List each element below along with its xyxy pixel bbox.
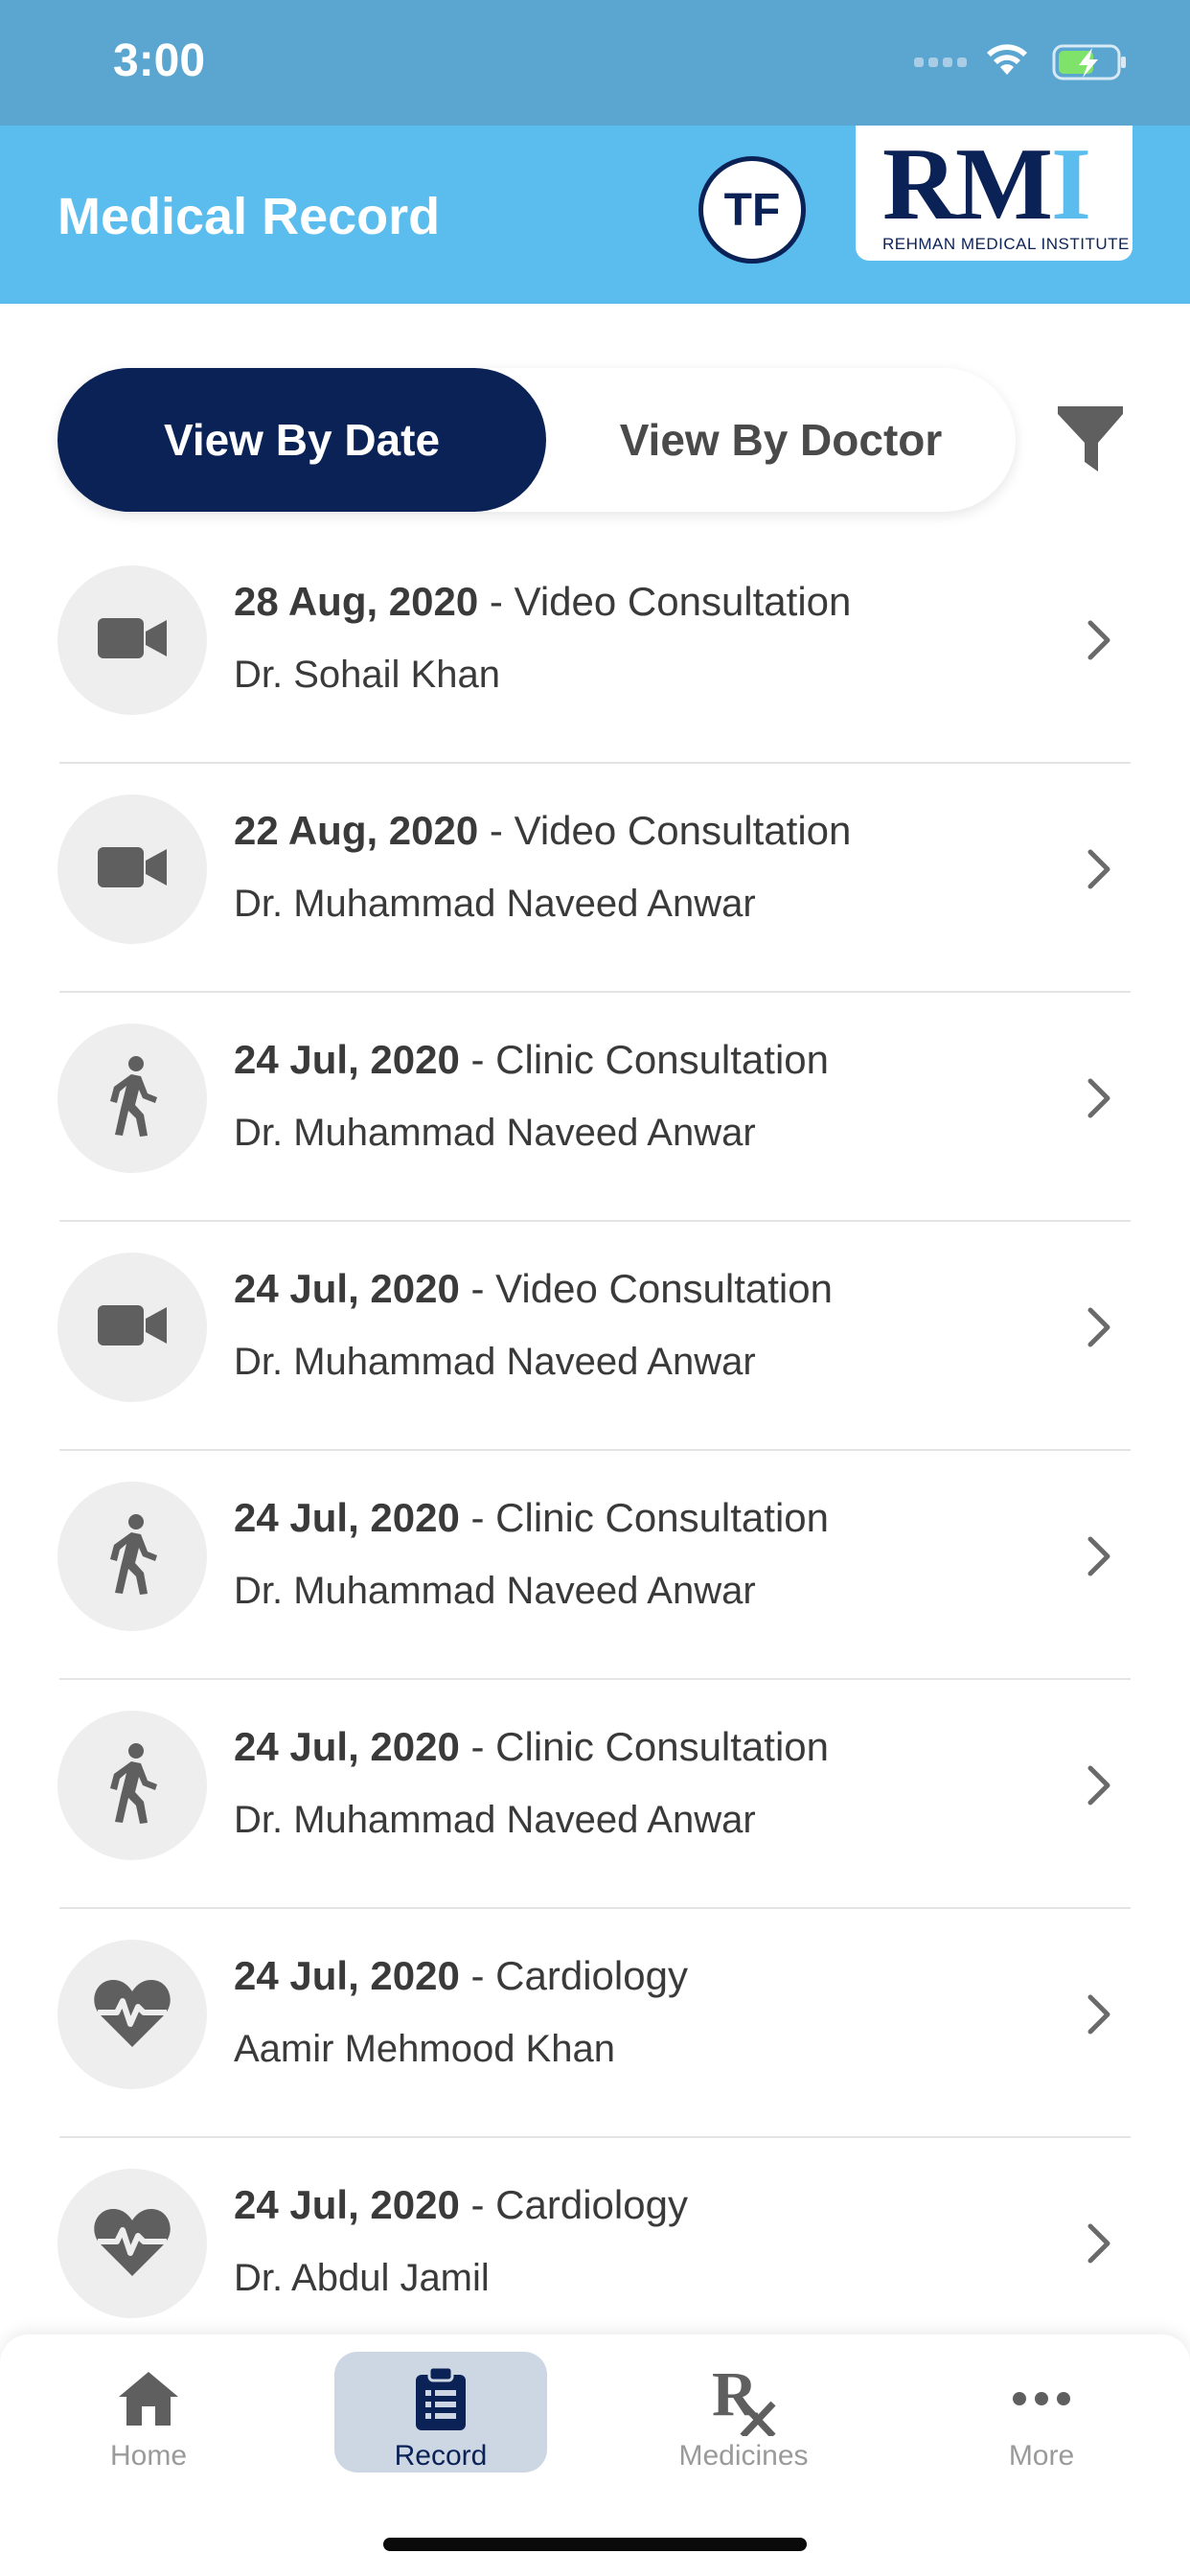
record-row[interactable]: 24 Jul, 2020 - Cardiology Aamir Mehmood K…	[0, 1909, 1190, 2138]
chevron-right-icon	[1087, 1077, 1111, 1124]
heartbeat-icon	[92, 1976, 172, 2054]
home-icon	[115, 2363, 182, 2434]
record-doctor: Dr. Muhammad Naveed Anwar	[234, 883, 756, 925]
record-title: 24 Jul, 2020 - Cardiology	[234, 2182, 688, 2228]
tab-home-label: Home	[109, 2440, 188, 2472]
page-title: Medical Record	[57, 188, 441, 245]
record-type: - Clinic Consultation	[459, 1037, 830, 1082]
more-dots-icon	[1012, 2363, 1071, 2434]
record-date: 24 Jul, 2020	[234, 1266, 460, 1311]
record-type-icon-circle	[57, 1711, 207, 1860]
record-doctor: Dr. Muhammad Naveed Anwar	[234, 1341, 756, 1383]
logo-accent-letter: I	[1050, 127, 1091, 242]
record-type-icon-circle	[57, 794, 207, 944]
walking-person-icon	[105, 1742, 159, 1829]
record-date: 28 Aug, 2020	[234, 579, 479, 624]
logo-letters: RMI	[882, 127, 1091, 242]
chevron-right-icon	[1087, 848, 1111, 895]
record-doctor: Dr. Abdul Jamil	[234, 2257, 490, 2299]
wifi-icon	[983, 40, 1031, 81]
record-date: 24 Jul, 2020	[234, 1953, 460, 1998]
chevron-right-icon	[1087, 1993, 1111, 2040]
record-row[interactable]: 24 Jul, 2020 - Video Consultation Dr. Muh…	[0, 1222, 1190, 1451]
record-type-icon-circle	[57, 2169, 207, 2318]
view-toggle: View By Date View By Doctor	[57, 368, 1016, 512]
record-date: 24 Jul, 2020	[234, 1724, 460, 1769]
record-title: 24 Jul, 2020 - Clinic Consultation	[234, 1037, 829, 1083]
filter-button[interactable]	[1054, 401, 1127, 477]
record-date: 24 Jul, 2020	[234, 1495, 460, 1540]
record-list: 28 Aug, 2020 - Video Consultation Dr. Soh…	[0, 535, 1190, 2367]
status-time: 3:00	[113, 35, 206, 86]
record-doctor: Dr. Muhammad Naveed Anwar	[234, 1799, 756, 1841]
record-type: - Cardiology	[459, 1953, 688, 1998]
record-type: - Cardiology	[459, 2182, 688, 2227]
home-indicator	[383, 2538, 807, 2551]
chevron-right-icon	[1087, 1535, 1111, 1582]
walking-person-icon	[105, 1513, 159, 1600]
video-camera-icon	[96, 1301, 169, 1354]
view-by-doctor-button[interactable]: View By Doctor	[546, 368, 1016, 512]
avatar-initials: TF	[723, 184, 781, 236]
record-row[interactable]: 24 Jul, 2020 - Clinic Consultation Dr. Mu…	[0, 1680, 1190, 1909]
record-doctor: Dr. Muhammad Naveed Anwar	[234, 1570, 756, 1612]
chevron-right-icon	[1087, 619, 1111, 666]
heartbeat-icon	[92, 2205, 172, 2283]
tab-record-label: Record	[394, 2440, 488, 2472]
record-date: 22 Aug, 2020	[234, 808, 479, 853]
view-by-date-button[interactable]: View By Date	[57, 368, 546, 512]
record-title: 24 Jul, 2020 - Clinic Consultation	[234, 1495, 829, 1541]
record-title: 28 Aug, 2020 - Video Consultation	[234, 579, 851, 625]
record-type: - Video Consultation	[478, 579, 852, 624]
clipboard-icon	[412, 2363, 469, 2434]
chevron-right-icon	[1087, 2222, 1111, 2269]
tab-record[interactable]: Record	[334, 2352, 547, 2472]
record-row[interactable]: 24 Jul, 2020 - Cardiology Dr. Abdul Jamil	[0, 2138, 1190, 2367]
cellular-signal-icon	[914, 56, 968, 74]
app-header: Medical Record TF RMI REHMAN MEDICAL INS…	[0, 126, 1190, 304]
record-doctor: Dr. Muhammad Naveed Anwar	[234, 1112, 756, 1154]
tab-medicines-label: Medicines	[678, 2440, 809, 2472]
record-date: 24 Jul, 2020	[234, 2182, 460, 2227]
tab-medicines[interactable]: R Medicines	[637, 2352, 850, 2472]
record-type: - Video Consultation	[478, 808, 852, 853]
record-title: 24 Jul, 2020 - Clinic Consultation	[234, 1724, 829, 1770]
record-row[interactable]: 22 Aug, 2020 - Video Consultation Dr. Muh…	[0, 764, 1190, 993]
avatar[interactable]: TF	[698, 156, 806, 264]
tab-more-label: More	[1008, 2440, 1075, 2472]
record-doctor: Aamir Mehmood Khan	[234, 2028, 615, 2070]
record-row[interactable]: 24 Jul, 2020 - Clinic Consultation Dr. Mu…	[0, 993, 1190, 1222]
chevron-right-icon	[1087, 1306, 1111, 1353]
record-title: 24 Jul, 2020 - Cardiology	[234, 1953, 688, 1999]
filter-icon	[1058, 406, 1123, 472]
record-type-icon-circle	[57, 1253, 207, 1402]
record-type: - Clinic Consultation	[459, 1495, 830, 1540]
tab-home[interactable]: Home	[42, 2352, 255, 2472]
record-doctor: Dr. Sohail Khan	[234, 654, 500, 696]
record-type-icon-circle	[57, 1940, 207, 2089]
record-row[interactable]: 24 Jul, 2020 - Clinic Consultation Dr. Mu…	[0, 1451, 1190, 1680]
record-date: 24 Jul, 2020	[234, 1037, 460, 1082]
logo-subtitle: REHMAN MEDICAL INSTITUTE	[882, 235, 1130, 253]
record-type-icon-circle	[57, 1024, 207, 1173]
record-title: 22 Aug, 2020 - Video Consultation	[234, 808, 851, 854]
video-camera-icon	[96, 614, 169, 667]
record-type: - Clinic Consultation	[459, 1724, 830, 1769]
record-row[interactable]: 28 Aug, 2020 - Video Consultation Dr. Soh…	[0, 535, 1190, 764]
svg-text:R: R	[712, 2361, 759, 2429]
tab-more[interactable]: More	[935, 2352, 1148, 2472]
record-title: 24 Jul, 2020 - Video Consultation	[234, 1266, 833, 1312]
record-type: - Video Consultation	[459, 1266, 833, 1311]
walking-person-icon	[105, 1055, 159, 1142]
rx-icon: R	[710, 2361, 777, 2436]
status-bar: 3:00	[0, 0, 1190, 126]
record-type-icon-circle	[57, 1482, 207, 1631]
record-type-icon-circle	[57, 565, 207, 715]
video-camera-icon	[96, 843, 169, 896]
chevron-right-icon	[1087, 1764, 1111, 1811]
rmi-logo: RMI REHMAN MEDICAL INSTITUTE	[856, 126, 1133, 261]
battery-charging-icon	[1052, 44, 1129, 87]
